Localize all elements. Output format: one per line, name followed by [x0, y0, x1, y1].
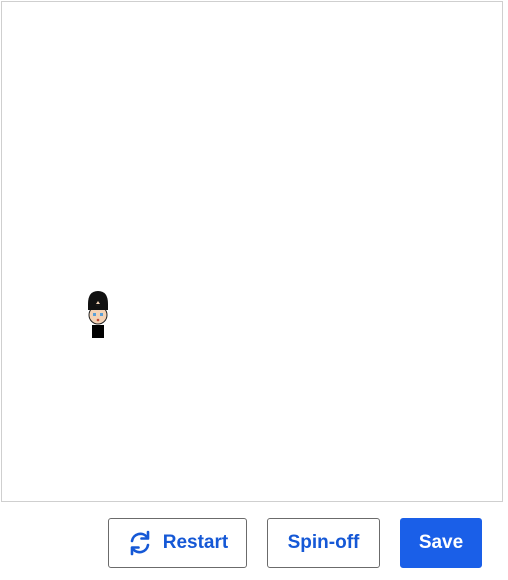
save-label: Save: [418, 532, 464, 553]
save-button[interactable]: Save: [400, 518, 482, 568]
stage-canvas[interactable]: [1, 1, 503, 502]
restart-button[interactable]: Restart: [108, 518, 247, 568]
spin-off-label: Spin-off: [287, 532, 360, 553]
person-sprite-icon[interactable]: [85, 289, 111, 341]
refresh-icon: [127, 530, 153, 556]
action-toolbar: Restart Spin-off Save: [0, 502, 508, 580]
spin-off-button[interactable]: Spin-off: [267, 518, 380, 568]
restart-label: Restart: [162, 532, 229, 553]
